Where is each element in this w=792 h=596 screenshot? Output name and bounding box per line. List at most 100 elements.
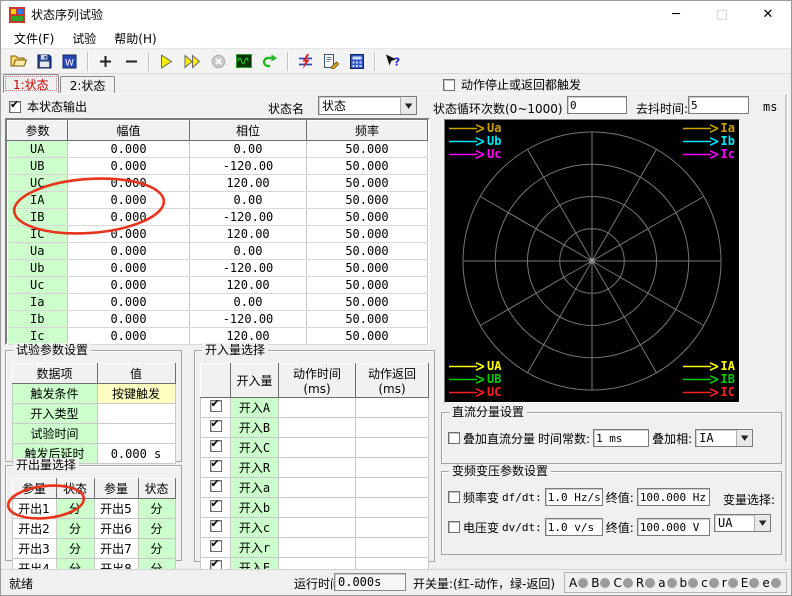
variable-select-combo[interactable]: UA ▼ (714, 514, 771, 532)
param-value-cell[interactable]: 120.00 (190, 328, 307, 345)
param-value-cell[interactable]: 0.000 (68, 141, 190, 158)
param-value-cell[interactable]: -120.00 (190, 311, 307, 328)
toolbar-run-button[interactable] (153, 50, 179, 73)
param-value-cell[interactable]: 50.000 (307, 141, 428, 158)
param-value-cell[interactable]: 0.000 (68, 226, 190, 243)
toolbar-calculator-button[interactable] (344, 50, 370, 73)
toolbar-export-doc-button[interactable]: W (57, 50, 83, 73)
param-value-cell[interactable]: 0.000 (68, 175, 190, 192)
param-value-cell[interactable]: 0.000 (68, 158, 190, 175)
output-state-cell[interactable]: 分 (56, 519, 94, 539)
state-output-checkbox[interactable]: ✔ (9, 101, 21, 113)
chevron-down-icon[interactable]: ▼ (754, 515, 770, 531)
chevron-down-icon[interactable]: ▼ (400, 97, 416, 114)
fast-forward-icon (184, 54, 201, 69)
check-icon: ✔ (211, 498, 220, 510)
param-value-cell[interactable]: 50.000 (307, 294, 428, 311)
dv-dt-label: dv/dt: (502, 521, 542, 534)
param-value-cell[interactable]: 0.00 (190, 294, 307, 311)
toolbar-waveform-button[interactable] (231, 50, 257, 73)
param-value-cell[interactable]: 0.00 (190, 141, 307, 158)
menu-item-1[interactable]: 试验 (63, 28, 105, 49)
param-value-cell[interactable]: 120.00 (190, 175, 307, 192)
dv-dt-input[interactable] (545, 518, 603, 536)
toolbar-remove-state-button[interactable] (118, 50, 144, 73)
toolbar-save-button[interactable] (31, 50, 57, 73)
menu-item-0[interactable]: 文件(F) (5, 28, 63, 49)
param-value-cell[interactable]: 0.00 (190, 243, 307, 260)
freq-change-label: 频率变 (463, 489, 499, 506)
param-value-cell[interactable]: 120.00 (190, 277, 307, 294)
input-channel-checkbox[interactable]: ✔ (210, 520, 222, 532)
df-dt-input[interactable] (545, 488, 603, 506)
input-channel-checkbox[interactable]: ✔ (210, 440, 222, 452)
time-constant-input[interactable] (593, 429, 649, 447)
debounce-input[interactable] (688, 96, 749, 114)
param-value-cell[interactable]: -120.00 (190, 260, 307, 277)
state-name-combo[interactable]: 状态 ▼ (318, 96, 417, 115)
superimpose-phase-combo[interactable]: IA ▼ (695, 429, 753, 447)
maximize-button[interactable]: □ (699, 1, 745, 28)
param-value-cell[interactable]: 50.000 (307, 158, 428, 175)
output-state-cell[interactable]: 分 (138, 519, 175, 539)
param-value-cell[interactable]: 0.000 (68, 277, 190, 294)
param-value-cell[interactable]: 0.000 (68, 209, 190, 226)
test-param-value-cell[interactable]: 按键触发 (97, 384, 175, 404)
param-value-cell[interactable]: 50.000 (307, 226, 428, 243)
param-value-cell[interactable]: 50.000 (307, 243, 428, 260)
volt-change-checkbox[interactable] (448, 521, 460, 533)
param-value-cell[interactable]: 50.000 (307, 328, 428, 345)
toolbar-stop-button[interactable] (205, 50, 231, 73)
stop-or-return-checkbox[interactable] (443, 79, 455, 91)
param-value-cell[interactable]: -120.00 (190, 209, 307, 226)
param-value-cell[interactable]: -120.00 (190, 158, 307, 175)
input-channel-checkbox[interactable]: ✔ (210, 540, 222, 552)
freq-change-checkbox[interactable] (448, 491, 460, 503)
test-param-value-cell[interactable] (97, 404, 175, 424)
test-param-value-cell[interactable] (97, 424, 175, 444)
tab-1-state[interactable]: 1:状态 (3, 74, 59, 93)
volt-end-input[interactable] (637, 518, 710, 536)
param-value-cell[interactable]: 0.000 (68, 243, 190, 260)
toolbar-undo-button[interactable] (257, 50, 283, 73)
input-channel-checkbox[interactable]: ✔ (210, 400, 222, 412)
toolbar-open-button[interactable] (5, 50, 31, 73)
output-state-cell[interactable]: 分 (56, 539, 94, 559)
param-value-cell[interactable]: 0.00 (190, 192, 307, 209)
check-icon: ✔ (211, 478, 220, 490)
input-channel-checkbox[interactable]: ✔ (210, 500, 222, 512)
param-value-cell[interactable]: 0.000 (68, 260, 190, 277)
input-channel-label: 开入c (231, 518, 279, 538)
loop-count-input[interactable] (567, 96, 627, 114)
param-value-cell[interactable]: 50.000 (307, 277, 428, 294)
tab-2-state[interactable]: 2:状态 (60, 76, 116, 93)
output-state-cell[interactable]: 分 (138, 539, 175, 559)
menu-item-2[interactable]: 帮助(H) (105, 28, 165, 49)
input-channel-checkbox[interactable]: ✔ (210, 480, 222, 492)
toolbar-add-state-button[interactable] (92, 50, 118, 73)
param-value-cell[interactable]: 50.000 (307, 311, 428, 328)
toolbar-help-button[interactable]: ? (379, 50, 405, 73)
param-value-cell[interactable]: 50.000 (307, 209, 428, 226)
param-value-cell[interactable]: 50.000 (307, 192, 428, 209)
freq-end-input[interactable] (637, 488, 710, 506)
param-value-cell[interactable]: 0.000 (68, 311, 190, 328)
param-value-cell[interactable]: 0.000 (68, 294, 190, 311)
dc-superimpose-checkbox[interactable] (448, 432, 460, 444)
input-channel-checkbox[interactable]: ✔ (210, 420, 222, 432)
toolbar-run-fast-button[interactable] (179, 50, 205, 73)
output-state-cell[interactable]: 分 (56, 499, 94, 519)
chevron-down-icon[interactable]: ▼ (736, 430, 752, 446)
param-value-cell[interactable]: 0.000 (68, 328, 190, 345)
close-button[interactable]: ✕ (745, 1, 791, 28)
minimize-button[interactable]: ─ (653, 1, 699, 28)
toolbar-trigger-button[interactable] (292, 50, 318, 73)
param-value-cell[interactable]: 0.000 (68, 192, 190, 209)
param-value-cell[interactable]: 120.00 (190, 226, 307, 243)
toolbar-report-button[interactable] (318, 50, 344, 73)
param-value-cell[interactable]: 50.000 (307, 175, 428, 192)
output-state-cell[interactable]: 分 (138, 499, 175, 519)
test-param-value-cell[interactable]: 0.000 s (97, 444, 175, 464)
param-value-cell[interactable]: 50.000 (307, 260, 428, 277)
input-channel-checkbox[interactable]: ✔ (210, 460, 222, 472)
